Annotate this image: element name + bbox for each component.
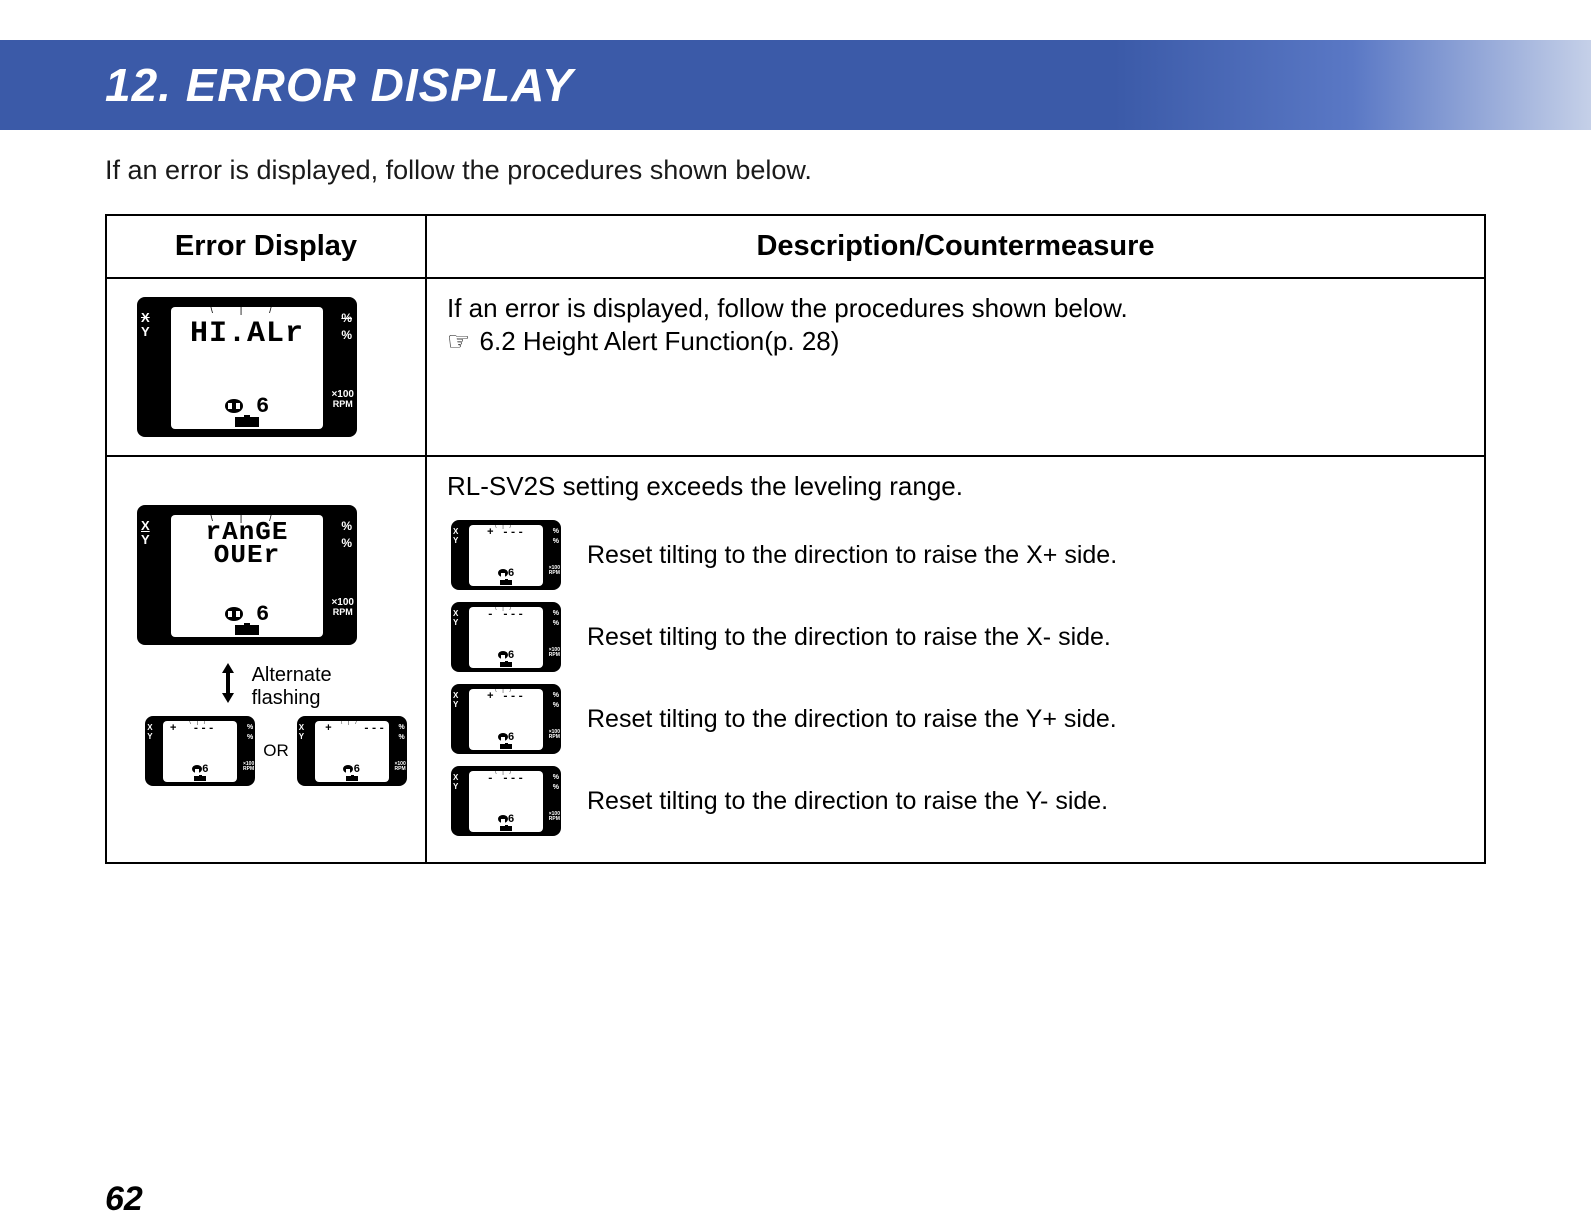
lcd-small-b: XY %% ×100RPM \|/ + --- 6 — [297, 716, 407, 786]
table-header-error-display: Error Display — [106, 215, 426, 278]
or-row: XY %% ×100RPM \|/ + --- 6 OR — [137, 716, 415, 786]
table-row: X Y % % ×100 RPM \ | / H — [106, 278, 1485, 456]
description-cell-2: RL-SV2S setting exceeds the leveling ran… — [426, 456, 1485, 863]
spin-icon — [225, 607, 243, 621]
battery-icon — [500, 826, 512, 831]
battery-icon — [500, 744, 512, 749]
lcd-ticks: \ | / — [171, 513, 323, 524]
lcd-range-over: X Y % % ×100 RPM \ | / r — [137, 505, 357, 645]
spin-icon — [498, 651, 508, 659]
spin-icon — [225, 399, 243, 413]
list-item: XY %% ×100RPM \|/ - --- 6 Reset tilting … — [451, 766, 1464, 836]
page-number: 62 — [105, 1180, 143, 1219]
lcd-pct-labels: % % — [341, 310, 352, 344]
battery-icon — [235, 417, 259, 427]
lcd-rpm-label: ×100 RPM — [331, 598, 354, 617]
spin-icon — [192, 765, 202, 773]
lcd-pct-labels: % % — [341, 518, 352, 552]
spin-icon — [498, 815, 508, 823]
battery-icon — [500, 662, 512, 667]
error-display-cell-1: X Y % % ×100 RPM \ | / H — [106, 278, 426, 456]
lcd-small-a: XY %% ×100RPM \|/ + --- 6 — [145, 716, 255, 786]
table-header-description: Description/Countermeasure — [426, 215, 1485, 278]
row1-reference: ☞ 6.2 Height Alert Function(p. 28) — [447, 324, 1464, 357]
subitem-text: Reset tilting to the direction to raise … — [587, 541, 1117, 570]
page-content: If an error is displayed, follow the pro… — [0, 130, 1591, 864]
battery-icon — [194, 776, 206, 781]
subitem-text: Reset tilting to the direction to raise … — [587, 787, 1108, 816]
spin-icon — [498, 733, 508, 741]
arrow-up-down-icon — [220, 663, 236, 710]
spin-icon — [343, 765, 353, 773]
description-cell-1: If an error is displayed, follow the pro… — [426, 278, 1485, 456]
subitem-text: Reset tilting to the direction to raise … — [587, 705, 1117, 734]
lcd-ticks: \ | / — [171, 305, 323, 316]
list-item: XY %% ×100RPM \|/ + --- 6 Reset tilting … — [451, 684, 1464, 754]
error-display-cell-2: X Y % % ×100 RPM \ | / r — [106, 456, 426, 863]
lcd-rpm-label: ×100 RPM — [331, 390, 354, 409]
battery-icon — [235, 625, 259, 635]
table-row: X Y % % ×100 RPM \ | / r — [106, 456, 1485, 863]
lcd-axis-labels: X Y — [141, 519, 150, 548]
battery-icon — [500, 580, 512, 585]
subitem-text: Reset tilting to the direction to raise … — [587, 623, 1111, 652]
or-text: OR — [263, 741, 289, 761]
reference-icon: ☞ — [447, 326, 470, 357]
intro-text: If an error is displayed, follow the pro… — [105, 155, 1486, 186]
lcd-hi-alr: X Y % % ×100 RPM \ | / H — [137, 297, 357, 437]
row2-title: RL-SV2S setting exceeds the leveling ran… — [447, 471, 1464, 502]
section-title: 12. ERROR DISPLAY — [105, 58, 1541, 112]
lcd-small-xplus: XY %% ×100RPM \|/ + --- 6 — [451, 520, 561, 590]
battery-icon — [346, 776, 358, 781]
lcd-inner: \ | / HI.ALr 6 — [171, 307, 323, 429]
section-header: 12. ERROR DISPLAY — [0, 40, 1591, 130]
lcd-axis-labels: X Y — [141, 311, 150, 340]
list-item: XY %% ×100RPM \|/ - --- 6 Reset tilting … — [451, 602, 1464, 672]
spin-icon — [498, 569, 508, 577]
error-table: Error Display Description/Countermeasure… — [105, 214, 1486, 864]
lcd-small-yminus: XY %% ×100RPM \|/ - --- 6 — [451, 766, 561, 836]
lcd-small-xminus: XY %% ×100RPM \|/ - --- 6 — [451, 602, 561, 672]
alternate-flashing-label: Alternate flashing — [252, 664, 332, 710]
row1-desc-line1: If an error is displayed, follow the pro… — [447, 293, 1464, 324]
lcd-small-yplus: XY %% ×100RPM \|/ + --- 6 — [451, 684, 561, 754]
lcd-inner: \ | / rAnGE OUEr 6 — [171, 515, 323, 637]
alternate-flashing-block: Alternate flashing XY %% ×100RPM \|/ + -… — [137, 663, 415, 786]
list-item: XY %% ×100RPM \|/ + --- 6 Reset tilting … — [451, 520, 1464, 590]
